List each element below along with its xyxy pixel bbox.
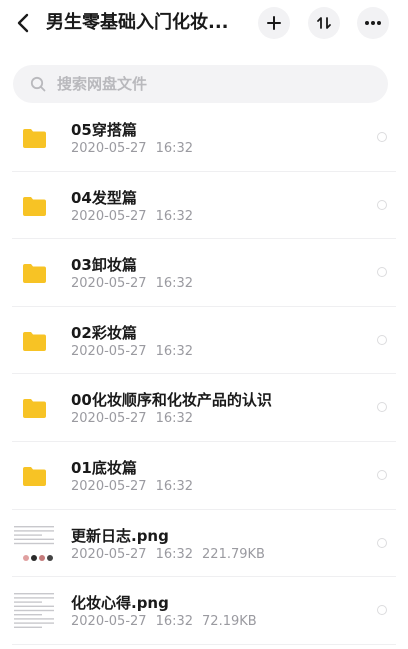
select-radio[interactable]: [377, 267, 387, 278]
file-date: 2020-05-27: [71, 208, 147, 224]
image-thumbnail-icon: [12, 589, 58, 634]
folder-icon: [23, 399, 46, 419]
select-radio[interactable]: [377, 132, 387, 142]
file-name: 02彩妆篇: [71, 323, 137, 342]
file-name: 03卸妆篇: [71, 256, 137, 275]
page-title: 男生零基础入门化妆...: [46, 12, 229, 33]
file-list: 05穿搭篇 2020-05-27 16:32 04发型篇 2020-05-27 16:32…: [0, 104, 408, 645]
file-date: 2020-05-27: [71, 546, 147, 562]
file-time: 16:32: [155, 478, 194, 494]
file-name: 化妆心得.png: [71, 594, 169, 613]
file-meta: 2020-05-27 16:32 221.79KB: [71, 547, 274, 562]
file-date: 2020-05-27: [71, 141, 147, 156]
file-date: 2020-05-27: [71, 276, 147, 292]
file-meta: 2020-05-27 16:32: [71, 276, 202, 291]
file-meta: 2020-05-27 16:32: [71, 344, 202, 359]
file-size: 72.19KB: [202, 614, 257, 630]
file-name: 更新日志.png: [71, 526, 169, 545]
list-item[interactable]: 04发型篇 2020-05-27 16:32: [0, 172, 408, 240]
file-date: 2020-05-27: [71, 478, 147, 494]
list-item[interactable]: 01底妆篇 2020-05-27 16:32: [0, 442, 408, 510]
chevron-left-icon: [17, 13, 29, 33]
folder-icon: [23, 331, 46, 351]
search-input[interactable]: 搜索网盘文件: [13, 65, 388, 103]
select-radio[interactable]: [377, 605, 387, 616]
back-button[interactable]: [14, 11, 34, 35]
file-name: 01底妆篇: [71, 458, 137, 477]
file-date: 2020-05-27: [71, 343, 147, 359]
file-meta: 2020-05-27 16:32 72.19KB: [71, 614, 266, 629]
more-button[interactable]: [357, 7, 389, 39]
file-time: 16:32: [155, 208, 194, 224]
file-meta: 2020-05-27 16:32: [71, 141, 202, 156]
file-time: 16:32: [155, 276, 194, 292]
list-item[interactable]: 00化妆顺序和化妆产品的认识 2020-05-27 16:32: [0, 374, 408, 442]
file-time: 16:32: [155, 141, 194, 156]
file-time: 16:32: [155, 411, 194, 427]
sort-button[interactable]: [308, 7, 340, 39]
select-radio[interactable]: [377, 402, 387, 413]
sort-icon: [317, 17, 331, 29]
list-item[interactable]: 02彩妆篇 2020-05-27 16:32: [0, 307, 408, 375]
search-placeholder: 搜索网盘文件: [57, 75, 148, 93]
list-item[interactable]: 05穿搭篇 2020-05-27 16:32: [0, 104, 408, 172]
folder-icon: [23, 129, 46, 148]
list-item[interactable]: 03卸妆篇 2020-05-27 16:32: [0, 239, 408, 307]
divider: [12, 643, 396, 645]
file-meta: 2020-05-27 16:32: [71, 479, 202, 494]
file-time: 16:32: [155, 614, 194, 630]
folder-icon: [23, 466, 46, 486]
search-icon: [30, 76, 46, 92]
file-meta: 2020-05-27 16:32: [71, 411, 202, 426]
list-item[interactable]: 更新日志.png 2020-05-27 16:32 221.79KB: [0, 510, 408, 578]
header: 男生零基础入门化妆...: [0, 0, 408, 46]
file-date: 2020-05-27: [71, 614, 147, 630]
file-name: 00化妆顺序和化妆产品的认识: [71, 391, 272, 410]
file-name: 05穿搭篇: [71, 121, 137, 139]
file-meta: 2020-05-27 16:32: [71, 209, 202, 224]
file-time: 16:32: [155, 343, 194, 359]
file-time: 16:32: [155, 546, 194, 562]
folder-icon: [23, 196, 46, 216]
image-thumbnail-icon: [12, 521, 58, 566]
list-item[interactable]: 化妆心得.png 2020-05-27 16:32 72.19KB: [0, 577, 408, 645]
more-icon: [365, 21, 381, 25]
file-date: 2020-05-27: [71, 411, 147, 427]
select-radio[interactable]: [377, 334, 387, 345]
select-radio[interactable]: [377, 469, 387, 480]
plus-icon: [267, 16, 281, 30]
file-name: 04发型篇: [71, 188, 137, 207]
file-size: 221.79KB: [202, 546, 265, 562]
folder-icon: [23, 264, 46, 284]
select-radio[interactable]: [377, 199, 387, 210]
add-button[interactable]: [258, 7, 290, 39]
select-radio[interactable]: [377, 537, 387, 548]
